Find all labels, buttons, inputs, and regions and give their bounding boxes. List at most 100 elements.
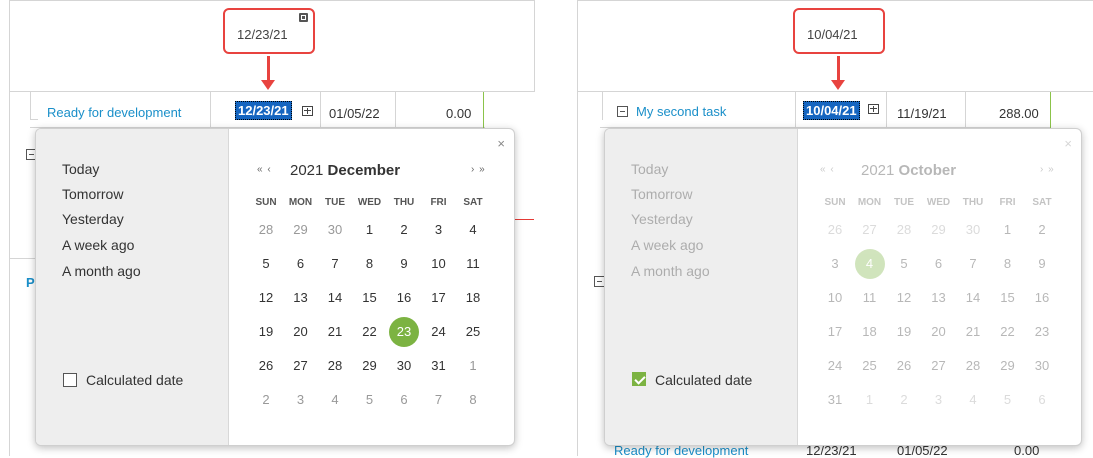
calculated-date-checkbox[interactable] — [63, 373, 77, 387]
calendar-day[interactable]: 2 — [889, 385, 919, 415]
calendar-day[interactable]: 7 — [424, 385, 454, 415]
calendar-day[interactable]: 3 — [924, 385, 954, 415]
collapse-icon[interactable] — [617, 106, 628, 117]
selected-day[interactable]: 4 — [854, 249, 885, 279]
calendar-day[interactable]: 1 — [993, 215, 1023, 245]
calendar-day[interactable]: 14 — [320, 283, 350, 313]
calendar-day[interactable]: 20 — [286, 317, 316, 347]
calendar-day[interactable]: 17 — [424, 283, 454, 313]
calendar-day[interactable]: 7 — [320, 249, 350, 279]
value-cell[interactable]: 0.00 — [446, 106, 471, 121]
start-date-input[interactable]: 12/23/21 — [235, 101, 292, 120]
value-cell[interactable]: 288.00 — [999, 106, 1039, 121]
calendar-day[interactable]: 31 — [424, 351, 454, 381]
calendar-day[interactable]: 18 — [458, 283, 488, 313]
calendar-day[interactable]: 30 — [1027, 351, 1057, 381]
calendar-day[interactable]: 18 — [855, 317, 885, 347]
calendar-day[interactable]: 4 — [320, 385, 350, 415]
calendar-day[interactable]: 27 — [286, 351, 316, 381]
calendar-day[interactable]: 6 — [924, 249, 954, 279]
calendar-day[interactable]: 23 — [1027, 317, 1057, 347]
shortcut-month-ago[interactable]: A month ago — [62, 263, 141, 279]
calendar-day[interactable]: 6 — [286, 249, 316, 279]
calendar-day[interactable]: 31 — [820, 385, 850, 415]
calendar-day[interactable]: 15 — [993, 283, 1023, 313]
calendar-day[interactable]: 13 — [924, 283, 954, 313]
calendar-day[interactable]: 6 — [389, 385, 419, 415]
calendar-day[interactable]: 5 — [889, 249, 919, 279]
calendar-day[interactable]: 2 — [1027, 215, 1057, 245]
calendar-day[interactable]: 30 — [320, 215, 350, 245]
calendar-day[interactable]: 20 — [924, 317, 954, 347]
calendar-day[interactable]: 28 — [320, 351, 350, 381]
calendar-day[interactable]: 9 — [389, 249, 419, 279]
calendar-day[interactable]: 30 — [389, 351, 419, 381]
calendar-day[interactable]: 10 — [820, 283, 850, 313]
calendar-day[interactable]: 25 — [855, 351, 885, 381]
calendar-day[interactable]: 15 — [355, 283, 385, 313]
calendar-day[interactable]: 3 — [820, 249, 850, 279]
calendar-day[interactable]: 5 — [355, 385, 385, 415]
calendar-day[interactable]: 8 — [458, 385, 488, 415]
calendar-day[interactable]: 19 — [889, 317, 919, 347]
calendar-day[interactable]: 26 — [820, 215, 850, 245]
calendar-day[interactable]: 22 — [993, 317, 1023, 347]
calendar-day[interactable]: 1 — [458, 351, 488, 381]
partial-task-label[interactable]: P — [26, 275, 35, 290]
calendar-day[interactable]: 9 — [1027, 249, 1057, 279]
calendar-day[interactable]: 5 — [251, 249, 281, 279]
shortcut-today[interactable]: Today — [62, 161, 99, 177]
calendar-day[interactable]: 22 — [355, 317, 385, 347]
calendar-day[interactable]: 30 — [958, 215, 988, 245]
calendar-day[interactable]: 26 — [889, 351, 919, 381]
prev-nav-icon[interactable]: « ‹ — [257, 164, 272, 175]
calendar-day[interactable]: 7 — [958, 249, 988, 279]
calendar-day[interactable]: 28 — [958, 351, 988, 381]
calendar-day[interactable]: 28 — [889, 215, 919, 245]
task-link-ready-for-development[interactable]: Ready for development — [47, 105, 181, 120]
start-date-input[interactable]: 10/04/21 — [803, 101, 860, 120]
calendar-day[interactable]: 2 — [389, 215, 419, 245]
calendar-day[interactable]: 10 — [424, 249, 454, 279]
shortcut-tomorrow[interactable]: Tomorrow — [62, 186, 123, 202]
calendar-day[interactable]: 16 — [1027, 283, 1057, 313]
calendar-day[interactable]: 8 — [993, 249, 1023, 279]
task-link-my-second-task[interactable]: My second task — [636, 104, 726, 119]
calendar-day[interactable]: 14 — [958, 283, 988, 313]
calendar-day[interactable]: 4 — [458, 215, 488, 245]
calculated-date-checkbox[interactable] — [632, 372, 646, 386]
date-picker-icon[interactable] — [868, 104, 879, 114]
calendar-day[interactable]: 24 — [424, 317, 454, 347]
end-date-cell[interactable]: 01/05/22 — [329, 106, 380, 121]
calendar-day[interactable]: 21 — [320, 317, 350, 347]
calendar-day[interactable]: 11 — [855, 283, 885, 313]
calendar-day[interactable]: 29 — [355, 351, 385, 381]
calendar-day[interactable]: 12 — [889, 283, 919, 313]
next-nav-icon[interactable]: › » — [471, 164, 486, 175]
calendar-day[interactable]: 28 — [251, 215, 281, 245]
calendar-day[interactable]: 2 — [251, 385, 281, 415]
calendar-day[interactable]: 17 — [820, 317, 850, 347]
calendar-day[interactable]: 19 — [251, 317, 281, 347]
calendar-day[interactable]: 4 — [958, 385, 988, 415]
calendar-day[interactable]: 13 — [286, 283, 316, 313]
calendar-day[interactable]: 12 — [251, 283, 281, 313]
calendar-day[interactable]: 24 — [820, 351, 850, 381]
selected-day[interactable]: 23 — [389, 317, 419, 347]
date-picker-icon[interactable] — [302, 106, 313, 116]
calendar-day[interactable]: 29 — [286, 215, 316, 245]
calendar-day[interactable]: 29 — [993, 351, 1023, 381]
calendar-day[interactable]: 16 — [389, 283, 419, 313]
calendar-day[interactable]: 1 — [355, 215, 385, 245]
end-date-cell[interactable]: 11/19/21 — [897, 106, 947, 121]
calendar-day[interactable]: 11 — [458, 249, 488, 279]
shortcut-yesterday[interactable]: Yesterday — [62, 211, 124, 227]
close-icon[interactable]: × — [1064, 136, 1072, 151]
calendar-day[interactable]: 3 — [424, 215, 454, 245]
calendar-day[interactable]: 5 — [993, 385, 1023, 415]
calendar-day[interactable]: 27 — [924, 351, 954, 381]
calendar-day[interactable]: 25 — [458, 317, 488, 347]
close-icon[interactable]: × — [497, 136, 505, 151]
calendar-day[interactable]: 21 — [958, 317, 988, 347]
calendar-day[interactable]: 6 — [1027, 385, 1057, 415]
